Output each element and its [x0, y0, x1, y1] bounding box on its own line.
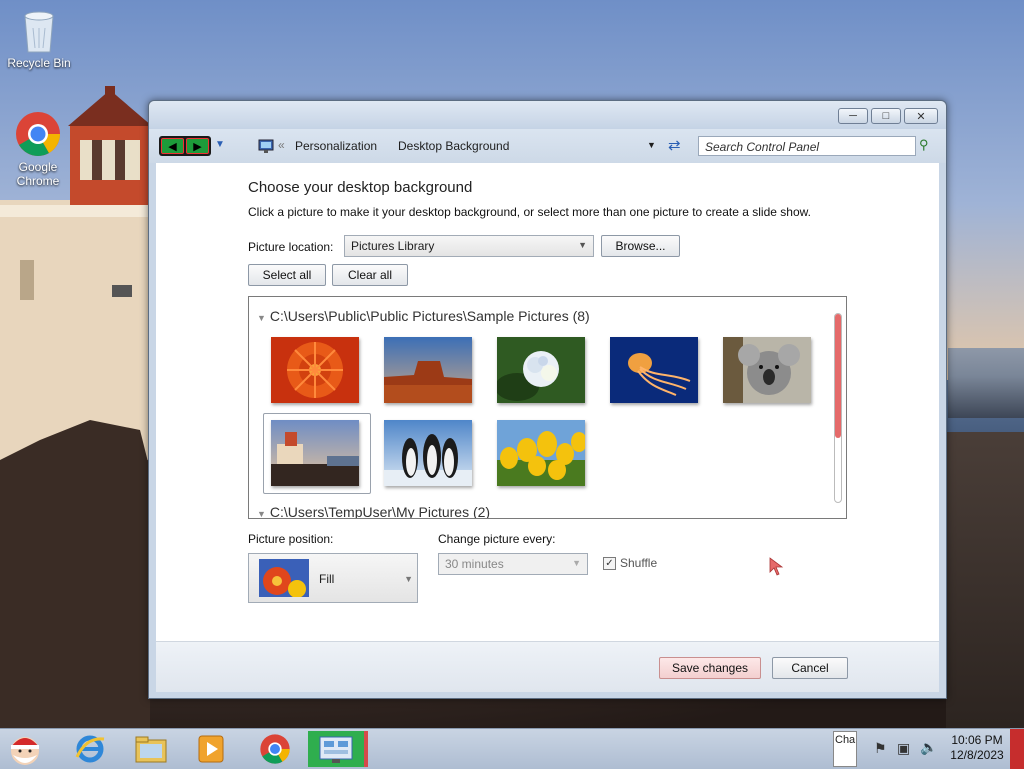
- desktop-icon-label: Recycle Bin: [7, 56, 71, 70]
- forward-arrow-icon[interactable]: ▶: [186, 138, 209, 154]
- breadcrumb-overflow-icon[interactable]: «: [278, 138, 285, 152]
- maximize-button[interactable]: □: [871, 108, 901, 124]
- chrome-icon: [16, 112, 60, 156]
- recycle-bin-icon: [24, 11, 54, 53]
- desktop-icon-label: Google Chrome: [16, 160, 60, 188]
- picture-location-label: Picture location:: [248, 240, 334, 254]
- thumbnail-lighthouse[interactable]: [271, 420, 359, 486]
- picture-location-value: Pictures Library: [351, 239, 435, 253]
- change-picture-every-value: 30 minutes: [445, 557, 504, 571]
- thumbnail-hydrangeas[interactable]: [497, 337, 585, 403]
- rocks-right-background: [946, 432, 1024, 728]
- gallery-scrollbar[interactable]: [834, 313, 842, 503]
- thumbnail-desert[interactable]: [384, 337, 472, 403]
- breadcrumb-personalization[interactable]: Personalization: [295, 139, 377, 153]
- taskbar: Cha ⚑ ▣ 🔈 10:06 PM 12/8/2023: [0, 728, 1024, 769]
- santa-app-icon: [11, 737, 39, 765]
- clock-time: 10:06 PM: [951, 733, 1003, 747]
- taskbar-internet-explorer[interactable]: [65, 731, 115, 767]
- thumbnail-penguins[interactable]: [384, 420, 472, 486]
- media-player-icon: [198, 735, 224, 763]
- thumbnail-koala[interactable]: [723, 337, 811, 403]
- chrome-icon: [260, 734, 290, 764]
- clock-date: 12/8/2023: [950, 748, 1004, 762]
- thumbnail-chrysanthemum[interactable]: [271, 337, 359, 403]
- picture-position-label: Picture position:: [248, 532, 334, 546]
- minimize-button[interactable]: ─: [838, 108, 868, 124]
- collapse-triangle-icon: ▼: [257, 313, 266, 323]
- window-titlebar[interactable]: ─ □ ✕: [149, 101, 946, 129]
- internet-explorer-icon: [75, 735, 105, 763]
- main-content: Choose your desktop background Click a p…: [156, 163, 939, 641]
- address-dropdown-icon[interactable]: ▼: [647, 140, 656, 150]
- desktop-icon-recycle-bin[interactable]: Recycle Bin: [3, 8, 75, 70]
- navigation-buttons: ◀ ▶: [159, 136, 211, 156]
- back-arrow-icon[interactable]: ◀: [161, 138, 184, 154]
- address-bar: ◀ ▶ ▼ « Personalization Desktop Backgrou…: [149, 129, 946, 163]
- file-explorer-icon: [135, 736, 167, 763]
- taskbar-file-explorer[interactable]: [126, 731, 176, 767]
- change-picture-every-label: Change picture every:: [438, 532, 556, 546]
- shuffle-checkbox[interactable]: ✓ Shuffle: [603, 556, 657, 570]
- scrollbar-thumb[interactable]: [835, 314, 841, 438]
- volume-icon[interactable]: 🔈: [920, 739, 937, 756]
- tray-app-button[interactable]: Cha: [833, 731, 857, 767]
- page-description: Click a picture to make it your desktop …: [248, 205, 811, 219]
- recent-pages-chevron-icon[interactable]: ▼: [215, 139, 225, 150]
- page-title: Choose your desktop background: [248, 179, 473, 196]
- browse-button[interactable]: Browse...: [601, 235, 680, 257]
- show-desktop-button[interactable]: [1010, 729, 1024, 769]
- clear-all-button[interactable]: Clear all: [332, 264, 408, 286]
- start-button[interactable]: [0, 731, 50, 767]
- control-panel-icon: [258, 139, 274, 153]
- search-input[interactable]: Search Control Panel: [698, 136, 916, 156]
- search-icon[interactable]: ⚲: [919, 137, 929, 153]
- group-title-sample-pictures[interactable]: ▼ C:\Users\Public\Public Pictures\Sample …: [257, 308, 590, 324]
- thumbnail-jellyfish[interactable]: [610, 337, 698, 403]
- system-clock[interactable]: 10:06 PM 12/8/2023: [946, 733, 1008, 763]
- island-background: [948, 348, 1024, 418]
- picture-gallery[interactable]: ▼ C:\Users\Public\Public Pictures\Sample …: [248, 296, 847, 519]
- checkbox-checked-icon: ✓: [603, 556, 616, 570]
- desktop-icon-google-chrome[interactable]: Google Chrome: [2, 110, 74, 188]
- tray-app-label: Cha: [835, 734, 856, 746]
- shuffle-label: Shuffle: [620, 556, 658, 570]
- window-footer: Save changes Cancel: [156, 641, 939, 692]
- control-panel-icon: [319, 736, 353, 763]
- chevron-down-icon: ▼: [578, 240, 587, 250]
- cancel-button[interactable]: Cancel: [772, 657, 848, 679]
- taskbar-media-player[interactable]: [186, 731, 236, 767]
- select-all-button[interactable]: Select all: [248, 264, 326, 286]
- picture-position-preview-icon: [259, 559, 309, 597]
- breadcrumb-desktop-background[interactable]: Desktop Background: [398, 139, 509, 153]
- collapse-triangle-icon: ▼: [257, 509, 266, 519]
- picture-location-select[interactable]: Pictures Library ▼: [344, 235, 594, 257]
- refresh-icon[interactable]: ⇄: [668, 136, 681, 154]
- taskbar-chrome[interactable]: [250, 731, 300, 767]
- chevron-down-icon: ▼: [572, 558, 581, 568]
- change-picture-every-select[interactable]: 30 minutes ▼: [438, 553, 588, 575]
- save-changes-button[interactable]: Save changes: [659, 657, 761, 679]
- taskbar-control-panel-active[interactable]: [308, 731, 368, 767]
- action-center-flag-icon[interactable]: ⚑: [874, 740, 887, 757]
- desktop-background-window: ─ □ ✕ ◀ ▶ ▼ « Personalization Desktop Ba…: [148, 100, 947, 699]
- thumbnail-tulips[interactable]: [497, 420, 585, 486]
- chevron-down-icon: ▼: [404, 574, 413, 584]
- network-icon[interactable]: ▣: [897, 740, 910, 757]
- close-button[interactable]: ✕: [904, 108, 938, 124]
- picture-position-value: Fill: [319, 572, 335, 586]
- mouse-cursor-icon: [769, 557, 784, 576]
- group-title-my-pictures[interactable]: ▼ C:\Users\TempUser\My Pictures (2): [257, 504, 490, 519]
- picture-position-select[interactable]: Fill ▼: [248, 553, 418, 603]
